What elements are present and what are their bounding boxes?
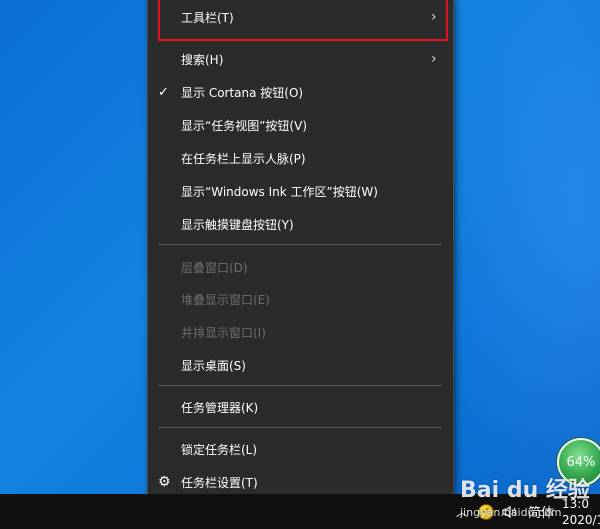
menu-item-touch-keyboard[interactable]: 显示触摸键盘按钮(Y) (148, 209, 453, 239)
menu-separator (158, 427, 442, 428)
menu-item-people[interactable]: 在任务栏上显示人脉(P) (148, 143, 453, 173)
menu-item-toolbars[interactable]: 工具栏(T) › (148, 2, 453, 32)
menu-item-side-by-side: 并排显示窗口(I) (148, 317, 453, 347)
menu-item-label: 任务栏设置(T) (181, 475, 258, 490)
baidu-jingyan-watermark: Bai du 经验 jingyan.baidu.com (460, 470, 600, 526)
menu-item-label: 堆叠显示窗口(E) (181, 292, 270, 307)
menu-separator (158, 244, 442, 245)
menu-item-label: 层叠窗口(D) (181, 260, 248, 275)
menu-item-task-view[interactable]: 显示“任务视图”按钮(V) (148, 110, 453, 140)
menu-item-show-cortana[interactable]: ✓ 显示 Cortana 按钮(O) (148, 77, 453, 107)
menu-item-label: 并排显示窗口(I) (181, 325, 266, 340)
menu-item-label: 显示“任务视图”按钮(V) (181, 118, 308, 133)
menu-item-search[interactable]: 搜索(H) › (148, 44, 453, 74)
menu-item-label: 搜索(H) (181, 52, 224, 67)
menu-item-label: 在任务栏上显示人脉(P) (181, 151, 306, 166)
menu-separator (158, 39, 442, 40)
taskbar-context-menu: 工具栏(T) › 搜索(H) › ✓ 显示 Cortana 按钮(O) 显示“任… (147, 0, 454, 509)
menu-item-cascade-windows: 层叠窗口(D) (148, 252, 453, 282)
menu-item-stack-windows: 堆叠显示窗口(E) (148, 284, 453, 314)
watermark-site: jingyan.baidu.com (460, 506, 562, 519)
menu-item-label: 任务管理器(K) (181, 400, 259, 415)
chevron-right-icon: › (431, 51, 437, 67)
menu-separator (158, 385, 442, 386)
watermark-logo: Bai du 经验 (460, 478, 590, 503)
menu-item-show-desktop[interactable]: 显示桌面(S) (148, 350, 453, 380)
chevron-right-icon: › (431, 9, 437, 25)
menu-item-windows-ink[interactable]: 显示“Windows Ink 工作区”按钮(W) (148, 176, 453, 206)
menu-item-label: 显示 Cortana 按钮(O) (181, 85, 304, 100)
menu-item-taskbar-settings[interactable]: ⚙ 任务栏设置(T) (148, 467, 453, 497)
menu-item-label: 显示桌面(S) (181, 358, 246, 373)
checkmark-icon: ✓ (158, 84, 169, 100)
gear-icon: ⚙ (158, 474, 171, 490)
menu-item-label: 锁定任务栏(L) (181, 442, 258, 457)
menu-item-lock-taskbar[interactable]: 锁定任务栏(L) (148, 434, 453, 464)
menu-item-label: 显示触摸键盘按钮(Y) (181, 217, 294, 232)
menu-item-task-manager[interactable]: 任务管理器(K) (148, 392, 453, 422)
menu-item-label: 显示“Windows Ink 工作区”按钮(W) (181, 184, 378, 199)
menu-item-label: 工具栏(T) (181, 10, 234, 25)
